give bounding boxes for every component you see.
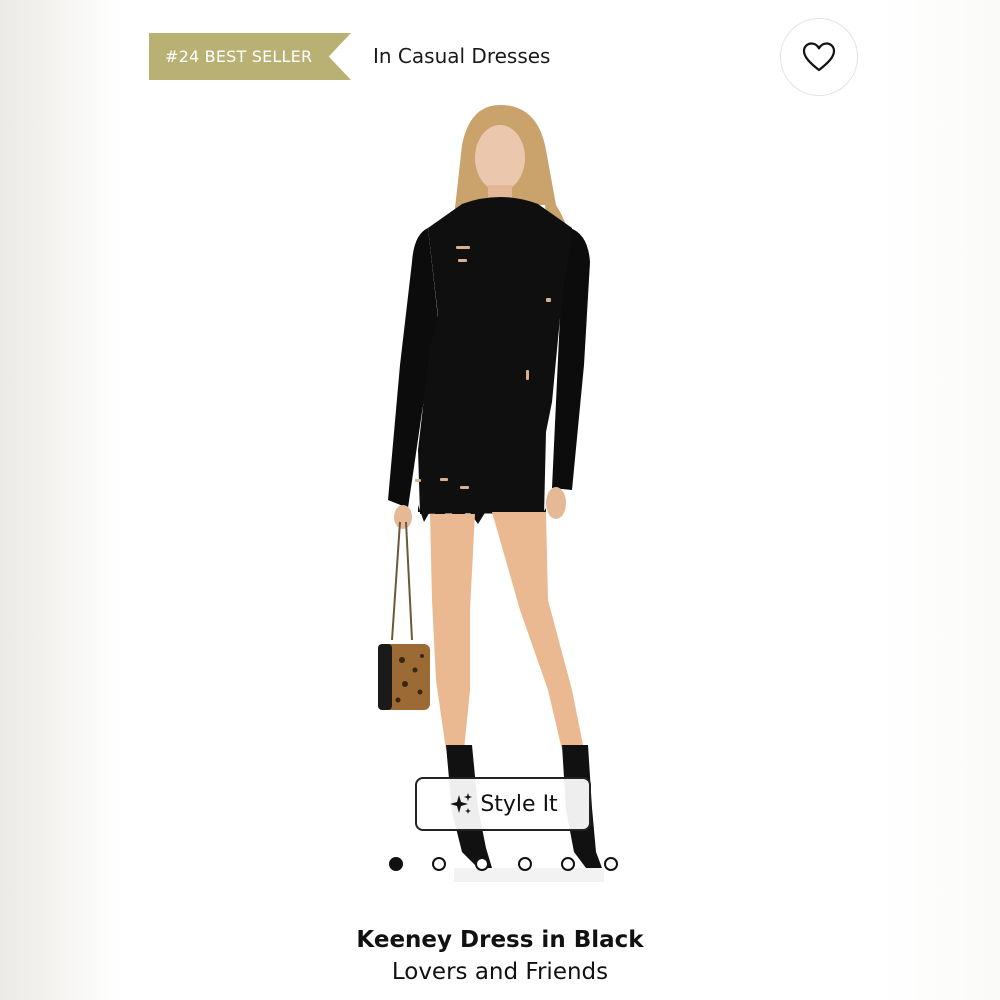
sparkles-icon <box>450 793 473 814</box>
product-title[interactable]: Keeney Dress in Black <box>0 927 1000 953</box>
style-it-label: Style It <box>480 791 558 817</box>
favorite-button[interactable] <box>780 18 858 96</box>
model-hair <box>452 105 578 272</box>
carousel-dot-3[interactable] <box>475 857 489 871</box>
style-it-button[interactable]: Style It <box>415 777 591 831</box>
black-sweater-dress <box>418 197 572 516</box>
dress-left-sleeve <box>388 228 438 508</box>
carousel-dot-4[interactable] <box>518 857 532 871</box>
carousel-dot-5[interactable] <box>561 857 575 871</box>
carousel-dot-1[interactable] <box>389 857 403 871</box>
best-seller-badge: #24 BEST SELLER <box>149 33 351 80</box>
leopard-handbag <box>378 644 430 710</box>
model-face <box>475 125 525 191</box>
model-left-hand <box>394 505 412 529</box>
carousel-dot-2[interactable] <box>432 857 446 871</box>
carousel-indicator <box>389 857 621 873</box>
model-right-leg <box>492 512 584 750</box>
carousel-dot-6[interactable] <box>604 857 618 871</box>
heart-outline-icon <box>802 42 836 72</box>
dress-right-sleeve <box>552 228 590 490</box>
product-brand[interactable]: Lovers and Friends <box>0 959 1000 985</box>
category-label[interactable]: In Casual Dresses <box>373 44 550 68</box>
model-right-hand <box>546 487 566 519</box>
left-background-panel <box>0 0 122 1000</box>
product-image[interactable] <box>0 0 1000 1000</box>
right-background-panel <box>878 0 1000 1000</box>
model-left-leg <box>430 514 475 750</box>
